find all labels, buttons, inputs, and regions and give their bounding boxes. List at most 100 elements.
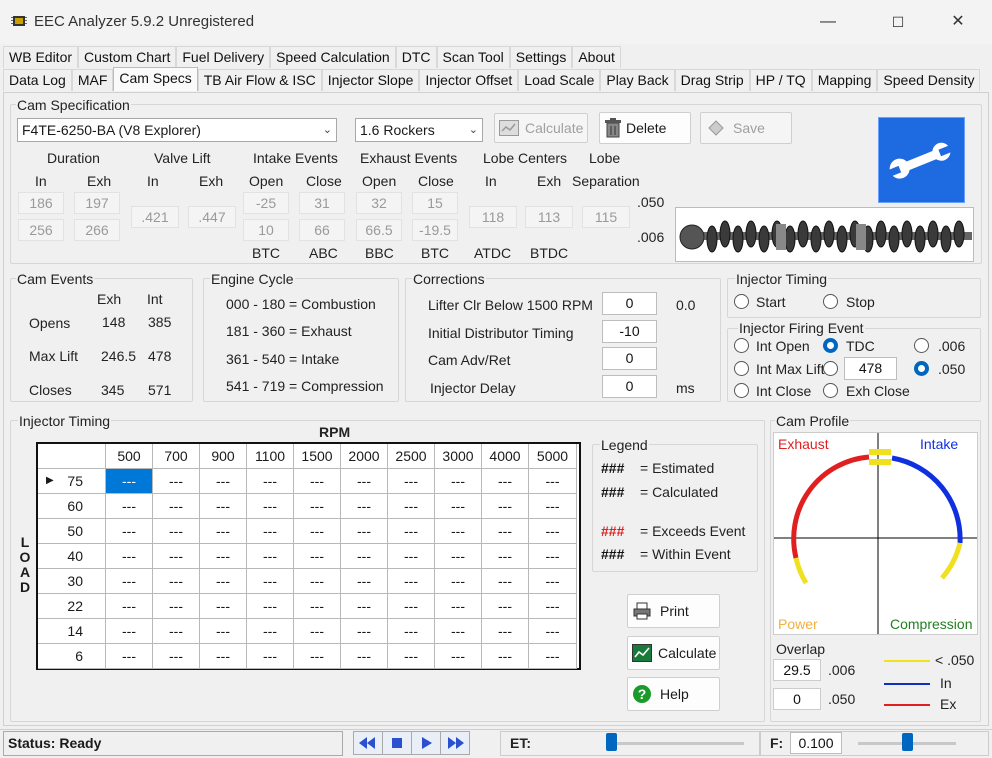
- tdc-radio[interactable]: [823, 338, 838, 353]
- table-cell[interactable]: ---: [482, 544, 529, 569]
- table-cell[interactable]: ---: [153, 644, 200, 669]
- table-cell[interactable]: ---: [529, 519, 577, 544]
- table-cell[interactable]: ---: [435, 594, 482, 619]
- table-cell[interactable]: ---: [247, 644, 294, 669]
- table-cell[interactable]: ---: [482, 519, 529, 544]
- int-close-radio[interactable]: [734, 383, 749, 398]
- calculate-button[interactable]: Calculate: [627, 636, 720, 670]
- f-slider-thumb[interactable]: [902, 733, 913, 751]
- table-cell[interactable]: ---: [294, 644, 341, 669]
- close-button[interactable]: ✕: [938, 8, 978, 36]
- tab-injector-slope[interactable]: Injector Slope: [321, 69, 420, 91]
- tab-dtc[interactable]: DTC: [395, 46, 437, 68]
- table-cell[interactable]: ---: [388, 619, 435, 644]
- table-cell[interactable]: ---: [294, 594, 341, 619]
- table-cell[interactable]: ---: [341, 469, 388, 494]
- int-max-lift-radio[interactable]: [734, 361, 749, 376]
- lift-050-radio[interactable]: [914, 361, 929, 376]
- tab-settings[interactable]: Settings: [509, 46, 573, 68]
- table-cell[interactable]: ---: [294, 619, 341, 644]
- max-lift-custom-radio[interactable]: [823, 361, 838, 376]
- table-cell[interactable]: ---: [529, 644, 577, 669]
- table-cell[interactable]: ---: [435, 519, 482, 544]
- fast-forward-button[interactable]: [440, 731, 470, 755]
- table-cell[interactable]: ---: [200, 569, 247, 594]
- table-cell[interactable]: ---: [482, 494, 529, 519]
- table-cell[interactable]: ---: [106, 644, 153, 669]
- table-cell[interactable]: ---: [435, 544, 482, 569]
- delete-button[interactable]: Delete: [599, 112, 691, 144]
- table-cell[interactable]: ---: [529, 594, 577, 619]
- table-cell[interactable]: ---: [482, 644, 529, 669]
- int-open-radio[interactable]: [734, 338, 749, 353]
- table-cell[interactable]: ---: [294, 494, 341, 519]
- lift-006-radio[interactable]: [914, 338, 929, 353]
- table-cell[interactable]: ---: [388, 519, 435, 544]
- tab-wb-editor[interactable]: WB Editor: [3, 46, 79, 68]
- table-cell[interactable]: ---: [247, 594, 294, 619]
- injector-delay-input[interactable]: 0: [602, 375, 657, 398]
- table-cell[interactable]: ---: [388, 644, 435, 669]
- table-cell[interactable]: ---: [200, 619, 247, 644]
- tab-maf[interactable]: MAF: [71, 69, 114, 91]
- table-cell[interactable]: ---: [294, 569, 341, 594]
- table-cell[interactable]: ---: [529, 619, 577, 644]
- table-cell[interactable]: ---: [435, 644, 482, 669]
- start-radio[interactable]: [734, 294, 749, 309]
- table-cell[interactable]: ---: [200, 594, 247, 619]
- table-cell[interactable]: ---: [247, 569, 294, 594]
- table-cell[interactable]: ---: [106, 569, 153, 594]
- tab-drag-strip[interactable]: Drag Strip: [674, 69, 750, 91]
- table-cell[interactable]: ---: [200, 494, 247, 519]
- tab-speed-density[interactable]: Speed Density: [877, 69, 981, 91]
- cam-adv-input[interactable]: 0: [602, 347, 657, 370]
- max-lift-input[interactable]: 478: [844, 357, 897, 380]
- table-cell[interactable]: ---: [388, 544, 435, 569]
- table-cell[interactable]: ---: [247, 519, 294, 544]
- table-cell[interactable]: ---: [341, 644, 388, 669]
- et-slider-thumb[interactable]: [606, 733, 617, 751]
- tab-about[interactable]: About: [572, 46, 621, 68]
- table-cell[interactable]: ---: [247, 494, 294, 519]
- table-cell[interactable]: ---: [247, 544, 294, 569]
- tab-injector-offset[interactable]: Injector Offset: [419, 69, 519, 91]
- table-cell[interactable]: ---: [529, 544, 577, 569]
- table-cell[interactable]: ---: [482, 569, 529, 594]
- table-cell[interactable]: ---: [200, 644, 247, 669]
- table-cell[interactable]: ---: [153, 494, 200, 519]
- table-cell[interactable]: ---: [341, 519, 388, 544]
- injector-timing-table[interactable]: 500 700 900 1100 1500 2000 2500 3000 4000 5000 ▶ 75…: [36, 442, 581, 670]
- tab-speed-calculation[interactable]: Speed Calculation: [270, 46, 396, 68]
- table-cell[interactable]: ---: [341, 594, 388, 619]
- help-button[interactable]: ? Help: [627, 677, 720, 711]
- cam-select[interactable]: F4TE-6250-BA (V8 Explorer) ⌄: [17, 118, 337, 142]
- rewind-button[interactable]: [353, 731, 383, 755]
- save-button-disabled[interactable]: Save: [700, 112, 792, 144]
- table-cell[interactable]: ---: [435, 619, 482, 644]
- play-button[interactable]: [411, 731, 441, 755]
- stop-radio[interactable]: [823, 294, 838, 309]
- table-cell[interactable]: ---: [482, 469, 529, 494]
- table-cell[interactable]: ---: [529, 494, 577, 519]
- exh-close-radio[interactable]: [823, 383, 838, 398]
- table-cell[interactable]: ---: [106, 594, 153, 619]
- rocker-select[interactable]: 1.6 Rockers ⌄: [355, 118, 483, 142]
- table-cell[interactable]: ---: [529, 569, 577, 594]
- minimize-button[interactable]: —: [808, 8, 848, 36]
- table-cell[interactable]: ---: [153, 519, 200, 544]
- print-button[interactable]: Print: [627, 594, 720, 628]
- dist-timing-input[interactable]: -10: [602, 320, 657, 343]
- table-cell[interactable]: ---: [153, 469, 200, 494]
- tab-scan-tool[interactable]: Scan Tool: [436, 46, 510, 68]
- table-cell[interactable]: ---: [529, 469, 577, 494]
- table-cell[interactable]: ---: [294, 544, 341, 569]
- stop-button[interactable]: [382, 731, 412, 755]
- tab-play-back[interactable]: Play Back: [600, 69, 675, 91]
- tab-mapping[interactable]: Mapping: [811, 69, 878, 91]
- tab-custom-chart[interactable]: Custom Chart: [78, 46, 177, 68]
- table-cell[interactable]: ---: [200, 469, 247, 494]
- table-cell[interactable]: ---: [200, 519, 247, 544]
- table-cell[interactable]: ---: [294, 519, 341, 544]
- table-cell[interactable]: ---: [106, 469, 153, 494]
- table-cell[interactable]: ---: [247, 619, 294, 644]
